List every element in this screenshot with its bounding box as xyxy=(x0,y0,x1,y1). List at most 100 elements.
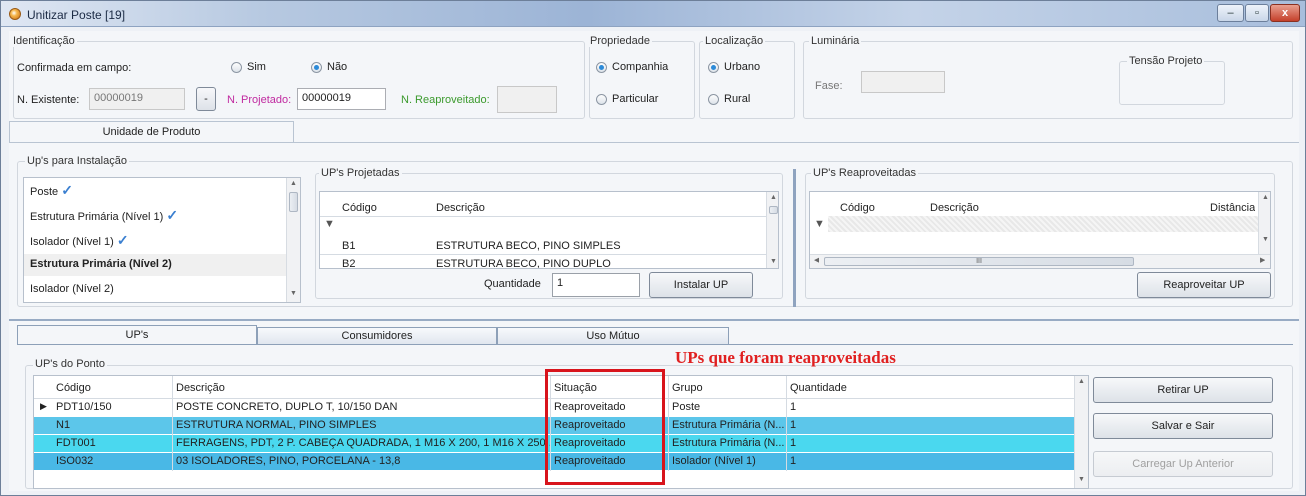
table-cell[interactable]: PDT10/150 xyxy=(56,401,112,413)
tab-uso-mutuo[interactable]: Uso Mútuo xyxy=(497,327,729,345)
nao-label: Não xyxy=(327,61,348,73)
column-header-codigo[interactable]: Código xyxy=(840,202,875,214)
panel-splitter[interactable] xyxy=(793,169,796,307)
filter-icon[interactable]: ▼ xyxy=(324,218,335,230)
retirar-up-button[interactable]: Retirar UP xyxy=(1093,377,1273,403)
close-button[interactable]: x xyxy=(1270,4,1300,22)
particular-label: Particular xyxy=(612,93,659,105)
instalar-up-button[interactable]: Instalar UP xyxy=(649,272,753,298)
column-header-quantidade[interactable]: Quantidade xyxy=(790,382,847,394)
sim-radio[interactable] xyxy=(231,62,242,73)
table-cell[interactable]: 03 ISOLADORES, PINO, PORCELANA - 13,8 xyxy=(176,455,546,467)
column-divider xyxy=(668,376,669,471)
scroll-up-icon[interactable]: ▲ xyxy=(1259,194,1270,201)
particular-radio[interactable] xyxy=(596,94,607,105)
scroll-up-icon[interactable]: ▲ xyxy=(287,180,300,187)
filter-row[interactable] xyxy=(828,216,1258,232)
column-header-grupo[interactable]: Grupo xyxy=(672,382,703,394)
scroll-thumb[interactable]: III xyxy=(824,257,1134,266)
ups-instalacao-list[interactable]: Poste ✓ Estrutura Primária (Nível 1) ✓ I… xyxy=(23,177,301,303)
reaproveitadas-hscrollbar[interactable]: ◀ III ▶ xyxy=(810,254,1270,268)
projetado-label: N. Projetado: xyxy=(227,94,292,106)
scroll-thumb[interactable] xyxy=(289,192,298,212)
table-cell[interactable]: 1 xyxy=(790,437,796,449)
scroll-down-icon[interactable]: ▼ xyxy=(1075,476,1088,483)
list-item[interactable]: Estrutura Primária (Nível 1) ✓ xyxy=(30,207,178,224)
tensao-group xyxy=(1119,61,1225,105)
list-item[interactable]: Estrutura Primária (Nível 2) xyxy=(30,258,172,270)
table-cell[interactable]: ISO032 xyxy=(56,455,93,467)
reaproveitado-field[interactable] xyxy=(497,86,557,113)
scroll-thumb[interactable] xyxy=(769,206,778,214)
column-header-codigo[interactable]: Código xyxy=(56,382,91,394)
reaproveitadas-vscrollbar[interactable]: ▲ ▼ xyxy=(1258,192,1270,254)
maximize-button[interactable]: ▫ xyxy=(1245,4,1269,22)
ups-projetadas-grid[interactable]: Código Descrição ▼ B1 ESTRUTURA BECO, PI… xyxy=(319,191,779,269)
ponto-scrollbar[interactable]: ▲ ▼ xyxy=(1074,376,1088,488)
scroll-down-icon[interactable]: ▼ xyxy=(1259,236,1270,243)
table-cell[interactable]: POSTE CONCRETO, DUPLO T, 10/150 DAN xyxy=(176,401,546,413)
scroll-up-icon[interactable]: ▲ xyxy=(767,194,778,201)
projetadas-scrollbar[interactable]: ▲ ▼ xyxy=(766,192,778,268)
table-cell[interactable]: 1 xyxy=(790,455,796,467)
companhia-label: Companhia xyxy=(612,61,669,73)
ups-reaproveitadas-label: UP's Reaproveitadas xyxy=(811,167,918,179)
title-bar[interactable]: Unitizar Poste [19] – ▫ x xyxy=(1,1,1305,27)
projetado-field[interactable]: 00000019 xyxy=(297,88,386,110)
ups-reaproveitadas-grid[interactable]: Código Descrição Distância ▼ ▲ ▼ ◀ III ▶ xyxy=(809,191,1271,269)
salvar-sair-button[interactable]: Salvar e Sair xyxy=(1093,413,1273,439)
tab-ups[interactable]: UP's xyxy=(17,325,257,345)
column-header-descricao[interactable]: Descrição xyxy=(930,202,979,214)
companhia-radio[interactable] xyxy=(596,62,607,73)
scroll-right-icon[interactable]: ▶ xyxy=(1260,256,1265,264)
scroll-left-icon[interactable]: ◀ xyxy=(814,256,819,264)
list-item[interactable]: Isolador (Nível 2) xyxy=(30,283,114,295)
table-cell[interactable]: Poste xyxy=(672,401,700,413)
table-cell[interactable]: FDT001 xyxy=(56,437,96,449)
rural-radio[interactable] xyxy=(708,94,719,105)
table-cell[interactable]: N1 xyxy=(56,419,70,431)
table-cell[interactable]: Estrutura Primária (N... xyxy=(672,437,784,449)
table-cell[interactable]: 1 xyxy=(790,401,796,413)
nao-radio[interactable] xyxy=(311,62,322,73)
scroll-down-icon[interactable]: ▼ xyxy=(767,258,778,265)
reaproveitar-up-button[interactable]: Reaproveitar UP xyxy=(1137,272,1271,298)
column-header-codigo[interactable]: Código xyxy=(342,202,377,214)
column-header-descricao[interactable]: Descrição xyxy=(176,382,225,394)
tab-consumidores[interactable]: Consumidores xyxy=(257,327,497,345)
table-cell[interactable]: FERRAGENS, PDT, 2 P. CABEÇA QUADRADA, 1 … xyxy=(176,437,550,449)
table-cell[interactable]: Isolador (Nível 1) xyxy=(672,455,756,467)
ups-ponto-label: UP's do Ponto xyxy=(33,358,107,370)
check-icon: ✓ xyxy=(166,207,179,223)
table-cell[interactable]: ESTRUTURA NORMAL, PINO SIMPLES xyxy=(176,419,546,431)
column-header-descricao[interactable]: Descrição xyxy=(436,202,485,214)
scroll-down-icon[interactable]: ▼ xyxy=(287,290,300,297)
table-cell[interactable]: B1 xyxy=(342,240,355,252)
scroll-up-icon[interactable]: ▲ xyxy=(1075,378,1088,385)
existente-field[interactable]: 00000019 xyxy=(89,88,185,110)
list-item[interactable]: Isolador (Nível 1) ✓ xyxy=(30,232,129,249)
quantidade-label: Quantidade xyxy=(484,278,541,290)
quantidade-combo[interactable]: 1 xyxy=(552,273,640,297)
carregar-up-anterior-button[interactable]: Carregar Up Anterior xyxy=(1093,451,1273,477)
minimize-button[interactable]: – xyxy=(1217,4,1244,22)
table-cell[interactable]: ESTRUTURA BECO, PINO SIMPLES xyxy=(436,240,621,252)
table-cell[interactable]: ESTRUTURA BECO, PINO DUPLO xyxy=(436,258,611,268)
row-divider xyxy=(320,254,766,255)
rural-label: Rural xyxy=(724,93,751,105)
table-cell[interactable]: B2 xyxy=(342,258,355,268)
filter-icon[interactable]: ▼ xyxy=(814,218,825,230)
window-title: Unitizar Poste [19] xyxy=(27,8,126,22)
list-scrollbar[interactable]: ▲ ▼ xyxy=(286,178,300,302)
table-cell[interactable]: Estrutura Primária (N... xyxy=(672,419,784,431)
column-divider xyxy=(786,376,787,471)
tab-unidade-produto[interactable]: Unidade de Produto xyxy=(9,121,294,143)
list-item[interactable]: Poste ✓ xyxy=(30,182,73,199)
column-header-distancia[interactable]: Distância xyxy=(1210,202,1255,214)
urbano-label: Urbano xyxy=(724,61,761,73)
dash-button[interactable]: - xyxy=(196,87,216,111)
urbano-radio[interactable] xyxy=(708,62,719,73)
tensao-label: Tensão Projeto xyxy=(1127,55,1205,67)
fase-combo[interactable] xyxy=(861,71,945,93)
table-cell[interactable]: 1 xyxy=(790,419,796,431)
